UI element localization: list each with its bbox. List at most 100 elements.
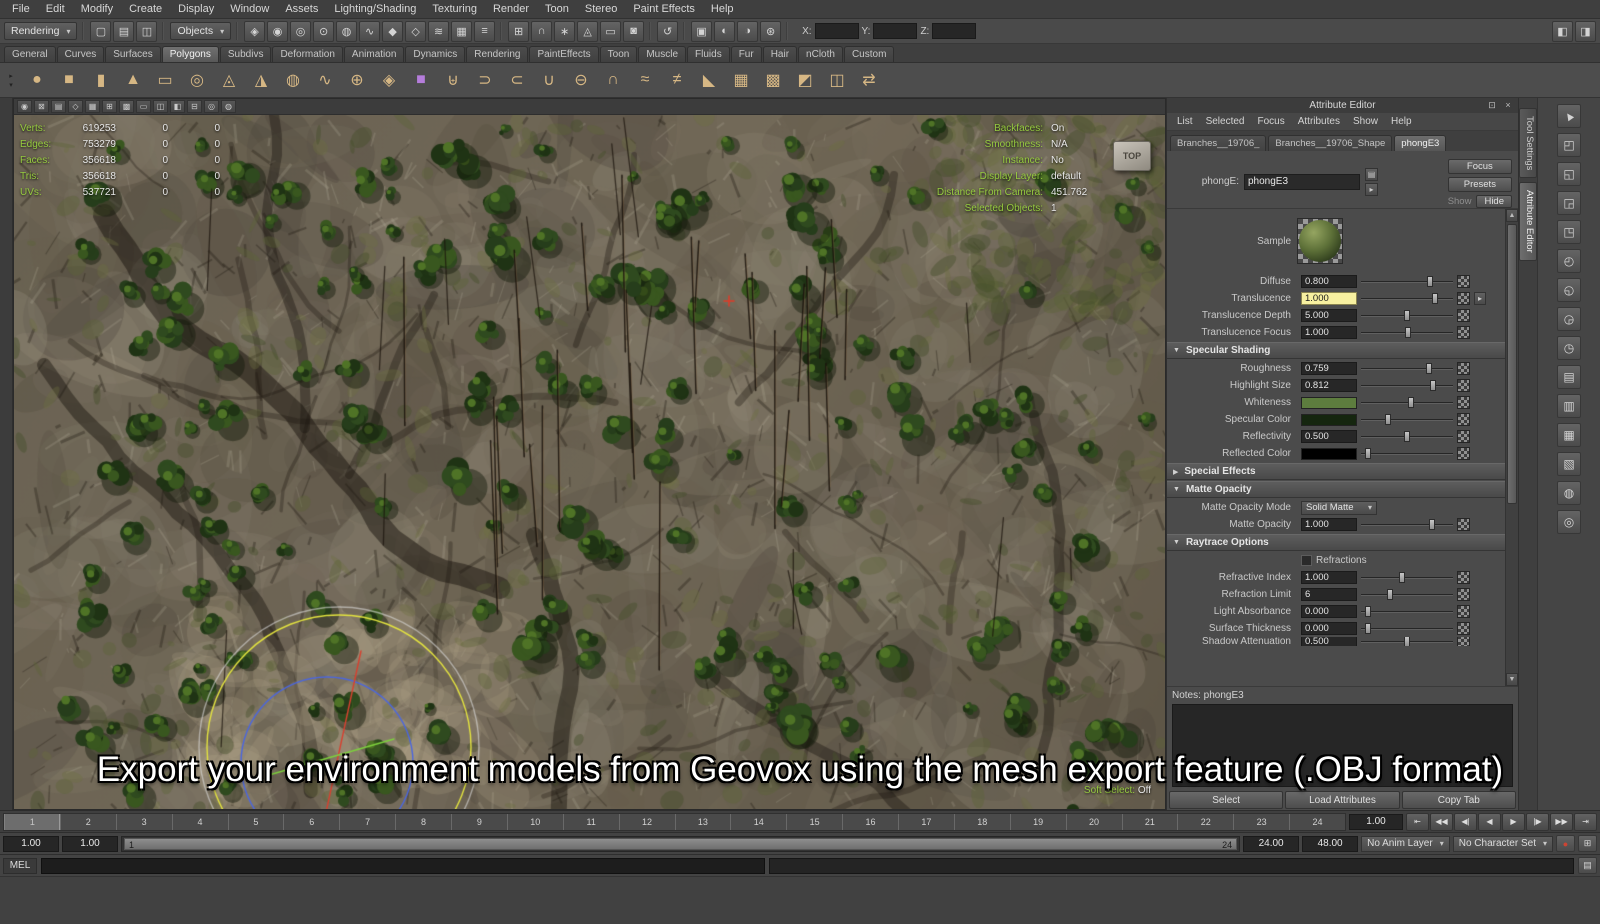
- right-toolbar-icon[interactable]: ▧: [1557, 452, 1581, 476]
- specular-color-color-swatch[interactable]: [1301, 414, 1357, 426]
- shelf-tab-subdivs[interactable]: Subdivs: [220, 46, 272, 62]
- attribute-slider[interactable]: [1361, 605, 1453, 618]
- timeline-frame-4[interactable]: 4: [172, 814, 228, 830]
- menu-toon[interactable]: Toon: [537, 1, 577, 17]
- current-frame-marker[interactable]: [4, 814, 60, 830]
- menu-paint-effects[interactable]: Paint Effects: [625, 1, 703, 17]
- timeline-frame-21[interactable]: 21: [1122, 814, 1178, 830]
- texture-map-icon[interactable]: [1457, 518, 1470, 531]
- select-handles-icon[interactable]: ⊙: [313, 21, 334, 42]
- section-header-special-effects[interactable]: ▶Special Effects: [1167, 463, 1505, 480]
- poly-torus-icon[interactable]: ◎: [182, 65, 212, 95]
- menu-create[interactable]: Create: [121, 1, 170, 17]
- matte-opacity-mode-dropdown[interactable]: Solid Matte▾: [1301, 501, 1377, 515]
- attribute-slider[interactable]: [1361, 447, 1453, 460]
- timeline-frame-18[interactable]: 18: [954, 814, 1010, 830]
- tab-list-icon[interactable]: ▤: [1365, 168, 1378, 181]
- texture-map-icon[interactable]: [1457, 413, 1470, 426]
- texture-map-icon[interactable]: [1457, 275, 1470, 288]
- timeline-frame-23[interactable]: 23: [1233, 814, 1289, 830]
- load-attributes-button[interactable]: Load Attributes: [1285, 791, 1399, 809]
- shelf-tab-painteffects[interactable]: PaintEffects: [529, 46, 598, 62]
- texture-map-icon[interactable]: [1457, 447, 1470, 460]
- current-frame-field[interactable]: [1349, 814, 1403, 830]
- timeline-frame-9[interactable]: 9: [451, 814, 507, 830]
- menu-help[interactable]: Help: [703, 1, 742, 17]
- timeline-frame-12[interactable]: 12: [619, 814, 675, 830]
- presets-button[interactable]: Presets: [1448, 177, 1512, 192]
- translucence-field[interactable]: [1301, 292, 1357, 305]
- slider-handle[interactable]: [1365, 448, 1371, 459]
- attribute-slider[interactable]: [1361, 430, 1453, 443]
- menu-edit[interactable]: Edit: [38, 1, 73, 17]
- shelf-tab-hair[interactable]: Hair: [763, 46, 797, 62]
- node-name-field[interactable]: [1244, 174, 1360, 190]
- texture-map-icon[interactable]: [1457, 326, 1470, 339]
- slider-handle[interactable]: [1404, 431, 1410, 442]
- refraction-limit-field[interactable]: [1301, 588, 1357, 601]
- select-button[interactable]: Select: [1169, 791, 1283, 809]
- attribute-editor-titlebar[interactable]: Attribute Editor ⊡ ×: [1167, 98, 1518, 113]
- attribute-slider[interactable]: [1361, 622, 1453, 635]
- attribute-slider[interactable]: [1361, 379, 1453, 392]
- boolean-union-icon[interactable]: ∪: [534, 65, 564, 95]
- shadow-attenuation-field[interactable]: [1301, 637, 1357, 646]
- ae-tab-branches-19706-shape[interactable]: Branches__19706_Shape: [1268, 135, 1392, 151]
- float-panel-icon[interactable]: ⊡: [1486, 99, 1498, 111]
- command-line-result[interactable]: [769, 858, 1574, 874]
- step-back-frame-button[interactable]: ◀◀: [1430, 813, 1453, 831]
- texture-map-icon[interactable]: [1457, 622, 1470, 635]
- select-tool-icon[interactable]: ▲: [1557, 104, 1581, 128]
- input-connection-icon[interactable]: ▸: [1474, 292, 1486, 305]
- file-save-icon[interactable]: ◫: [136, 21, 157, 42]
- shelf-tab-toon[interactable]: Toon: [600, 46, 638, 62]
- ipr-render-icon[interactable]: ◑: [737, 21, 758, 42]
- gate-mask-icon[interactable]: ◧: [170, 100, 185, 113]
- snap-to-view-plane-icon[interactable]: ▭: [600, 21, 621, 42]
- poly-sphere-icon[interactable]: ●: [22, 65, 52, 95]
- terrain-scene-canvas[interactable]: [14, 115, 1165, 809]
- snap-to-projected-center-icon[interactable]: ◬: [577, 21, 598, 42]
- playback-end-field[interactable]: [1243, 836, 1299, 852]
- animation-end-field[interactable]: [1302, 836, 1358, 852]
- slider-handle[interactable]: [1404, 310, 1410, 321]
- script-editor-icon[interactable]: ▤: [1578, 857, 1597, 874]
- hide-button[interactable]: Hide: [1476, 195, 1512, 208]
- timeline-frame-11[interactable]: 11: [563, 814, 619, 830]
- slider-handle[interactable]: [1365, 623, 1371, 634]
- reflectivity-field[interactable]: [1301, 430, 1357, 443]
- texture-map-icon[interactable]: [1457, 637, 1470, 646]
- timeline-frame-5[interactable]: 5: [228, 814, 284, 830]
- timeline-frame-3[interactable]: 3: [116, 814, 172, 830]
- texture-map-icon[interactable]: [1457, 571, 1470, 584]
- attribute-slider[interactable]: [1361, 588, 1453, 601]
- shelf-tab-deformation[interactable]: Deformation: [272, 46, 342, 62]
- show-button[interactable]: Show: [1448, 196, 1472, 207]
- render-view-icon[interactable]: ▣: [691, 21, 712, 42]
- section-header-raytrace-options[interactable]: ▼Raytrace Options: [1167, 534, 1505, 551]
- animation-preferences-icon[interactable]: ⊞: [1578, 835, 1597, 852]
- boolean-difference-icon[interactable]: ⊖: [566, 65, 596, 95]
- slider-handle[interactable]: [1404, 637, 1410, 646]
- slider-handle[interactable]: [1408, 397, 1414, 408]
- slider-handle[interactable]: [1399, 572, 1405, 583]
- right-toolbar-icon[interactable]: ◴: [1557, 249, 1581, 273]
- command-line-input[interactable]: [41, 858, 765, 874]
- shelf-tab-general[interactable]: General: [4, 46, 56, 62]
- shelf-tab-surfaces[interactable]: Surfaces: [105, 46, 160, 62]
- anim-layer-dropdown[interactable]: No Anim Layer ▾: [1361, 836, 1450, 852]
- menu-modify[interactable]: Modify: [73, 1, 121, 17]
- ae-menu-help[interactable]: Help: [1385, 115, 1418, 128]
- poly-soccer-ball-icon[interactable]: ⊕: [342, 65, 372, 95]
- grid-icon[interactable]: ▩: [119, 100, 134, 113]
- attribute-slider[interactable]: [1361, 362, 1453, 375]
- pin-tab-icon[interactable]: ▸: [1365, 183, 1378, 196]
- texture-map-icon[interactable]: [1457, 292, 1470, 305]
- ae-tab-branches-19706[interactable]: Branches__19706_: [1170, 135, 1266, 151]
- poly-cone-icon[interactable]: ▲: [118, 65, 148, 95]
- right-toolbar-icon[interactable]: ◰: [1557, 133, 1581, 157]
- right-toolbar-icon[interactable]: ◶: [1557, 307, 1581, 331]
- pan-zoom-icon[interactable]: ⊞: [102, 100, 117, 113]
- ae-menu-focus[interactable]: Focus: [1251, 115, 1290, 128]
- triangulate-icon[interactable]: ◣: [694, 65, 724, 95]
